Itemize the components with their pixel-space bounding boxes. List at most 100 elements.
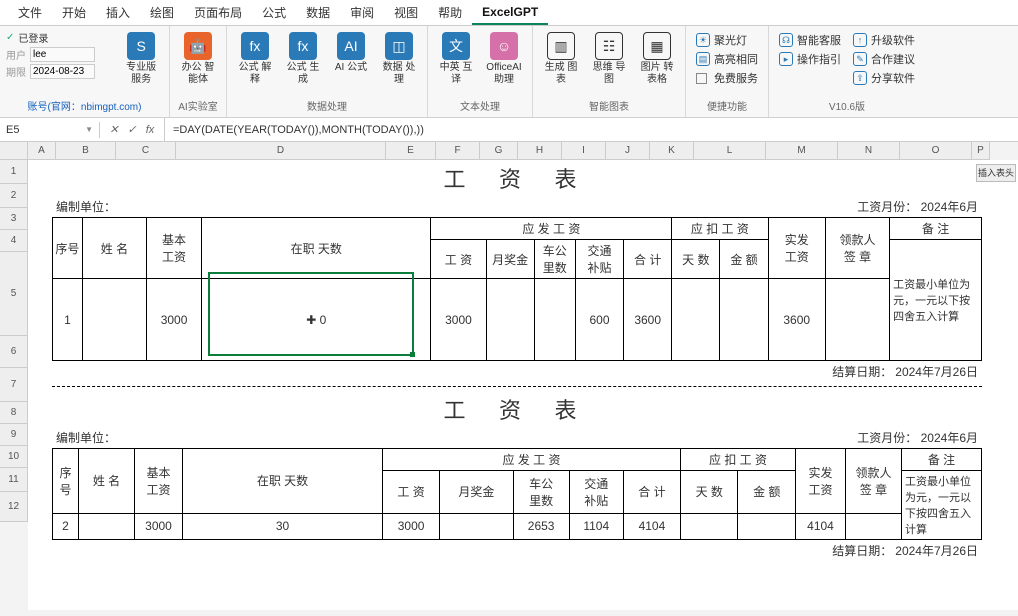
- select-all-corner[interactable]: [0, 142, 28, 160]
- menu-review[interactable]: 审阅: [340, 0, 384, 25]
- cell-name[interactable]: [82, 279, 146, 361]
- column-headers[interactable]: ABCDEFGHIJKLMNOP: [28, 142, 990, 160]
- menu-insert[interactable]: 插入: [96, 0, 140, 25]
- insert-header-button[interactable]: 插入表头: [976, 164, 1016, 182]
- translate-button[interactable]: 文中英 互译: [434, 30, 478, 88]
- cell-base[interactable]: 3000: [135, 513, 183, 539]
- data-process-button[interactable]: ◫数据 处理: [377, 30, 421, 88]
- col-header-F[interactable]: F: [436, 142, 480, 160]
- cell-net[interactable]: 4104: [796, 513, 846, 539]
- menu-draw[interactable]: 绘图: [140, 0, 184, 25]
- formula-explain-button[interactable]: fx公式 解释: [233, 30, 277, 88]
- cell-net[interactable]: 3600: [768, 279, 825, 361]
- row-header-3[interactable]: 3: [0, 208, 28, 230]
- col-header-E[interactable]: E: [386, 142, 436, 160]
- expire-field[interactable]: [30, 64, 95, 79]
- pro-service-button[interactable]: S专业版 服务: [119, 30, 163, 88]
- cell-traf[interactable]: 600: [575, 279, 623, 361]
- ai-formula-button[interactable]: AIAI 公式: [329, 30, 373, 76]
- cancel-formula-button[interactable]: ✕: [106, 123, 122, 136]
- accept-formula-button[interactable]: ✓: [124, 123, 140, 136]
- cell-bonus[interactable]: [486, 279, 534, 361]
- office-agent-button[interactable]: 🤖办公 智能体: [176, 30, 220, 88]
- menu-home[interactable]: 开始: [52, 0, 96, 25]
- row-header-2[interactable]: 2: [0, 184, 28, 208]
- col-header-H[interactable]: H: [518, 142, 562, 160]
- cell-sum[interactable]: 4104: [623, 513, 680, 539]
- row-header-6[interactable]: 6: [0, 336, 28, 368]
- row-header-4[interactable]: 4: [0, 230, 28, 252]
- mindmap-button[interactable]: ☷思维 导图: [587, 30, 631, 88]
- menu-data[interactable]: 数据: [296, 0, 340, 25]
- cell-sign[interactable]: [846, 513, 902, 539]
- col-header-P[interactable]: P: [972, 142, 990, 160]
- cell-base[interactable]: 3000: [147, 279, 202, 361]
- row-header-1[interactable]: 1: [0, 160, 28, 184]
- col-header-D[interactable]: D: [176, 142, 386, 160]
- col-header-K[interactable]: K: [650, 142, 694, 160]
- col-header-O[interactable]: O: [900, 142, 972, 160]
- cell-dday[interactable]: [681, 513, 738, 539]
- cell-bonus[interactable]: [440, 513, 513, 539]
- menu-view[interactable]: 视图: [384, 0, 428, 25]
- formula-gen-button[interactable]: fx公式 生成: [281, 30, 325, 88]
- col-header-J[interactable]: J: [606, 142, 650, 160]
- user-field[interactable]: [30, 47, 95, 62]
- cell-traf[interactable]: 1104: [569, 513, 623, 539]
- col-header-B[interactable]: B: [56, 142, 116, 160]
- coop-button[interactable]: ✎合作建议: [853, 51, 915, 67]
- cell-car[interactable]: [534, 279, 575, 361]
- cell-wage[interactable]: 3000: [431, 279, 486, 361]
- menu-file[interactable]: 文件: [8, 0, 52, 25]
- cell-seq[interactable]: 1: [53, 279, 83, 361]
- highlight-same-button[interactable]: ▤高亮相同: [696, 51, 758, 67]
- menu-layout[interactable]: 页面布局: [184, 0, 252, 25]
- gen-chart-button[interactable]: ▥生成 图表: [539, 30, 583, 88]
- menu-formula[interactable]: 公式: [252, 0, 296, 25]
- table-row: 2 3000 30 3000 2653 1104 4104 4104: [53, 513, 982, 539]
- col-header-C[interactable]: C: [116, 142, 176, 160]
- cell-days[interactable]: 30: [183, 513, 383, 539]
- name-box[interactable]: E5▼: [0, 122, 100, 138]
- row-header-11[interactable]: 11: [0, 468, 28, 492]
- col-header-L[interactable]: L: [694, 142, 766, 160]
- share-button[interactable]: ⇪分享软件: [853, 70, 915, 86]
- col-name: 姓 名: [82, 218, 146, 279]
- menu-excelgpt[interactable]: ExcelGPT: [472, 1, 548, 25]
- smart-service-button[interactable]: ☊智能客服: [779, 32, 841, 48]
- col-header-N[interactable]: N: [838, 142, 900, 160]
- fx-button[interactable]: fx: [142, 124, 158, 136]
- cell-days[interactable]: ✚ 0: [202, 279, 431, 361]
- cell-damt[interactable]: [720, 279, 768, 361]
- chevron-down-icon[interactable]: ▼: [85, 125, 93, 134]
- cell-sum[interactable]: 3600: [624, 279, 672, 361]
- formula-input[interactable]: =DAY(DATE(YEAR(TODAY()),MONTH(TODAY()),)…: [165, 122, 1018, 138]
- cell-wage[interactable]: 3000: [383, 513, 440, 539]
- account-link[interactable]: 账号(官网：nbimgpt.com): [6, 98, 163, 113]
- row-header-9[interactable]: 9: [0, 424, 28, 446]
- grid[interactable]: 插入表头 工 资 表 编制单位： 工资月份： 2024年6月 序号 姓 名 基本…: [28, 160, 1018, 610]
- row-header-10[interactable]: 10: [0, 446, 28, 468]
- menu-help[interactable]: 帮助: [428, 0, 472, 25]
- col-header-G[interactable]: G: [480, 142, 518, 160]
- col-header-M[interactable]: M: [766, 142, 838, 160]
- guide-button[interactable]: ▸操作指引: [779, 51, 841, 67]
- cell-name[interactable]: [79, 513, 135, 539]
- row-header-5[interactable]: 5: [0, 252, 28, 336]
- row-header-7[interactable]: 7: [0, 368, 28, 402]
- row-header-8[interactable]: 8: [0, 402, 28, 424]
- cell-sign[interactable]: [825, 279, 889, 361]
- row-header-12[interactable]: 12: [0, 492, 28, 522]
- free-service-check[interactable]: 免费服务: [696, 70, 758, 86]
- img2table-button[interactable]: ▦图片 转表格: [635, 30, 679, 88]
- col-header-I[interactable]: I: [562, 142, 606, 160]
- spotlight-button[interactable]: ☀聚光灯: [696, 32, 758, 48]
- col-header-A[interactable]: A: [28, 142, 56, 160]
- upgrade-button[interactable]: ↑升级软件: [853, 32, 915, 48]
- cell-car[interactable]: 2653: [513, 513, 569, 539]
- row-headers[interactable]: 123456789101112: [0, 160, 28, 610]
- officeai-button[interactable]: ☺OfficeAI 助理: [482, 30, 526, 88]
- cell-seq[interactable]: 2: [53, 513, 79, 539]
- cell-damt[interactable]: [738, 513, 796, 539]
- cell-dday[interactable]: [672, 279, 720, 361]
